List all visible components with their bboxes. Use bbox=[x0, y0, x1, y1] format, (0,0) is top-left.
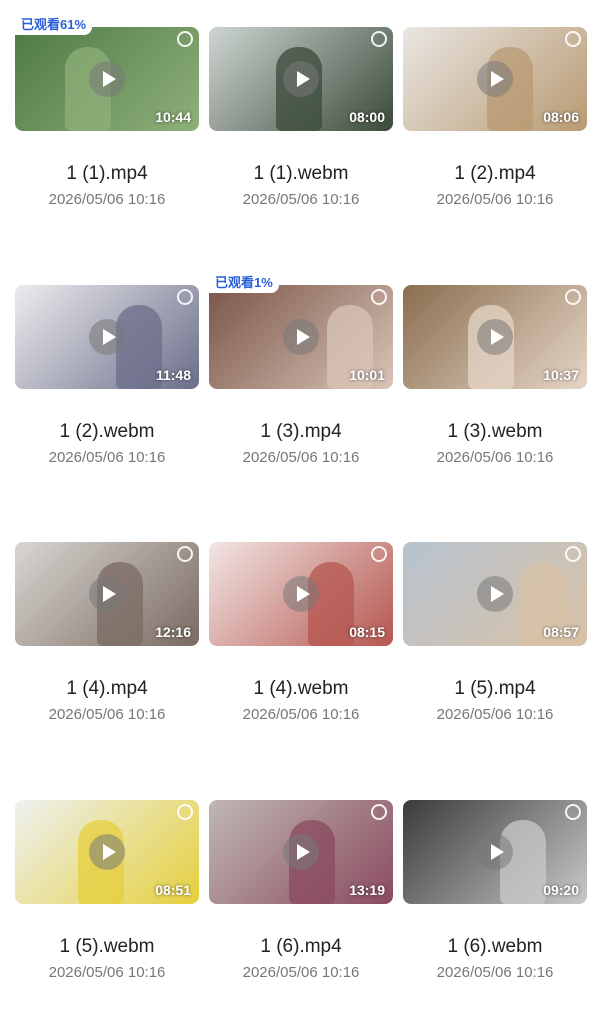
select-checkbox[interactable] bbox=[371, 289, 387, 305]
video-thumbnail[interactable]: 08:06 bbox=[403, 27, 587, 131]
video-date: 2026/05/06 10:16 bbox=[48, 191, 166, 208]
video-duration: 12:16 bbox=[155, 624, 191, 640]
video-card[interactable]: 08:15 1 (4).webm 2026/05/06 10:16 bbox=[209, 542, 393, 766]
video-duration: 08:51 bbox=[155, 882, 191, 898]
video-card[interactable]: 10:37 1 (3).webm 2026/05/06 10:16 bbox=[403, 285, 587, 509]
video-thumbnail[interactable]: 08:15 bbox=[209, 542, 393, 646]
video-file-name: 1 (5).mp4 bbox=[454, 678, 536, 699]
select-checkbox[interactable] bbox=[565, 289, 581, 305]
video-duration: 08:00 bbox=[349, 109, 385, 125]
video-file-name: 1 (5).webm bbox=[59, 936, 155, 957]
video-file-name: 1 (2).webm bbox=[59, 421, 155, 442]
video-thumbnail[interactable]: 09:20 bbox=[403, 800, 587, 904]
video-file-name: 1 (3).mp4 bbox=[260, 421, 342, 442]
play-icon[interactable] bbox=[283, 319, 319, 355]
video-duration: 10:37 bbox=[543, 367, 579, 383]
video-duration: 08:06 bbox=[543, 109, 579, 125]
select-checkbox[interactable] bbox=[177, 804, 193, 820]
play-icon[interactable] bbox=[89, 834, 125, 870]
video-file-name: 1 (6).mp4 bbox=[260, 936, 342, 957]
play-icon[interactable] bbox=[89, 61, 125, 97]
play-icon[interactable] bbox=[477, 61, 513, 97]
video-duration: 08:57 bbox=[543, 624, 579, 640]
video-date: 2026/05/06 10:16 bbox=[436, 449, 554, 466]
video-thumbnail[interactable]: 11:48 bbox=[15, 285, 199, 389]
video-thumbnail[interactable]: 10:37 bbox=[403, 285, 587, 389]
play-icon[interactable] bbox=[283, 834, 319, 870]
play-icon[interactable] bbox=[477, 576, 513, 612]
video-grid: 10:44 1 (1).mp4 2026/05/06 10:16 已观看61% … bbox=[0, 0, 602, 1024]
video-duration: 08:15 bbox=[349, 624, 385, 640]
video-duration: 13:19 bbox=[349, 882, 385, 898]
video-thumbnail[interactable]: 13:19 bbox=[209, 800, 393, 904]
watched-progress-badge: 已观看61% bbox=[15, 13, 93, 35]
select-checkbox[interactable] bbox=[177, 31, 193, 47]
video-file-name: 1 (1).mp4 bbox=[66, 163, 148, 184]
video-duration: 10:01 bbox=[349, 367, 385, 383]
video-date: 2026/05/06 10:16 bbox=[48, 449, 166, 466]
select-checkbox[interactable] bbox=[177, 546, 193, 562]
video-file-name: 1 (1).webm bbox=[253, 163, 349, 184]
video-duration: 10:44 bbox=[155, 109, 191, 125]
video-card[interactable]: 08:00 1 (1).webm 2026/05/06 10:16 bbox=[209, 27, 393, 251]
select-checkbox[interactable] bbox=[177, 289, 193, 305]
video-card[interactable]: 08:06 1 (2).mp4 2026/05/06 10:16 bbox=[403, 27, 587, 251]
video-date: 2026/05/06 10:16 bbox=[436, 191, 554, 208]
select-checkbox[interactable] bbox=[565, 546, 581, 562]
select-checkbox[interactable] bbox=[371, 804, 387, 820]
video-thumbnail[interactable]: 08:51 bbox=[15, 800, 199, 904]
video-card[interactable]: 08:51 1 (5).webm 2026/05/06 10:16 bbox=[15, 800, 199, 1024]
video-card[interactable]: 09:20 1 (6).webm 2026/05/06 10:16 bbox=[403, 800, 587, 1024]
video-file-name: 1 (3).webm bbox=[447, 421, 543, 442]
video-file-name: 1 (2).mp4 bbox=[454, 163, 536, 184]
select-checkbox[interactable] bbox=[565, 804, 581, 820]
select-checkbox[interactable] bbox=[565, 31, 581, 47]
play-icon[interactable] bbox=[477, 319, 513, 355]
video-card[interactable]: 10:01 1 (3).mp4 2026/05/06 10:16 已观看1% bbox=[209, 271, 393, 509]
video-card[interactable]: 10:44 1 (1).mp4 2026/05/06 10:16 已观看61% bbox=[15, 13, 199, 251]
video-date: 2026/05/06 10:16 bbox=[242, 449, 360, 466]
video-file-name: 1 (6).webm bbox=[447, 936, 543, 957]
video-thumbnail[interactable]: 10:44 bbox=[15, 27, 199, 131]
play-icon[interactable] bbox=[283, 61, 319, 97]
video-file-name: 1 (4).mp4 bbox=[66, 678, 148, 699]
video-file-name: 1 (4).webm bbox=[253, 678, 349, 699]
select-checkbox[interactable] bbox=[371, 546, 387, 562]
video-date: 2026/05/06 10:16 bbox=[48, 964, 166, 981]
video-thumbnail[interactable]: 08:00 bbox=[209, 27, 393, 131]
video-date: 2026/05/06 10:16 bbox=[242, 706, 360, 723]
video-date: 2026/05/06 10:16 bbox=[48, 706, 166, 723]
video-date: 2026/05/06 10:16 bbox=[436, 706, 554, 723]
video-card[interactable]: 11:48 1 (2).webm 2026/05/06 10:16 bbox=[15, 285, 199, 509]
select-checkbox[interactable] bbox=[371, 31, 387, 47]
video-date: 2026/05/06 10:16 bbox=[242, 191, 360, 208]
video-thumbnail[interactable]: 08:57 bbox=[403, 542, 587, 646]
watched-progress-badge: 已观看1% bbox=[209, 271, 279, 293]
video-date: 2026/05/06 10:16 bbox=[242, 964, 360, 981]
video-card[interactable]: 12:16 1 (4).mp4 2026/05/06 10:16 bbox=[15, 542, 199, 766]
play-icon[interactable] bbox=[89, 576, 125, 612]
play-icon[interactable] bbox=[283, 576, 319, 612]
video-duration: 09:20 bbox=[543, 882, 579, 898]
video-duration: 11:48 bbox=[155, 367, 191, 383]
video-thumbnail[interactable]: 10:01 bbox=[209, 285, 393, 389]
video-card[interactable]: 13:19 1 (6).mp4 2026/05/06 10:16 bbox=[209, 800, 393, 1024]
play-icon[interactable] bbox=[477, 834, 513, 870]
play-icon[interactable] bbox=[89, 319, 125, 355]
video-date: 2026/05/06 10:16 bbox=[436, 964, 554, 981]
video-card[interactable]: 08:57 1 (5).mp4 2026/05/06 10:16 bbox=[403, 542, 587, 766]
video-thumbnail[interactable]: 12:16 bbox=[15, 542, 199, 646]
